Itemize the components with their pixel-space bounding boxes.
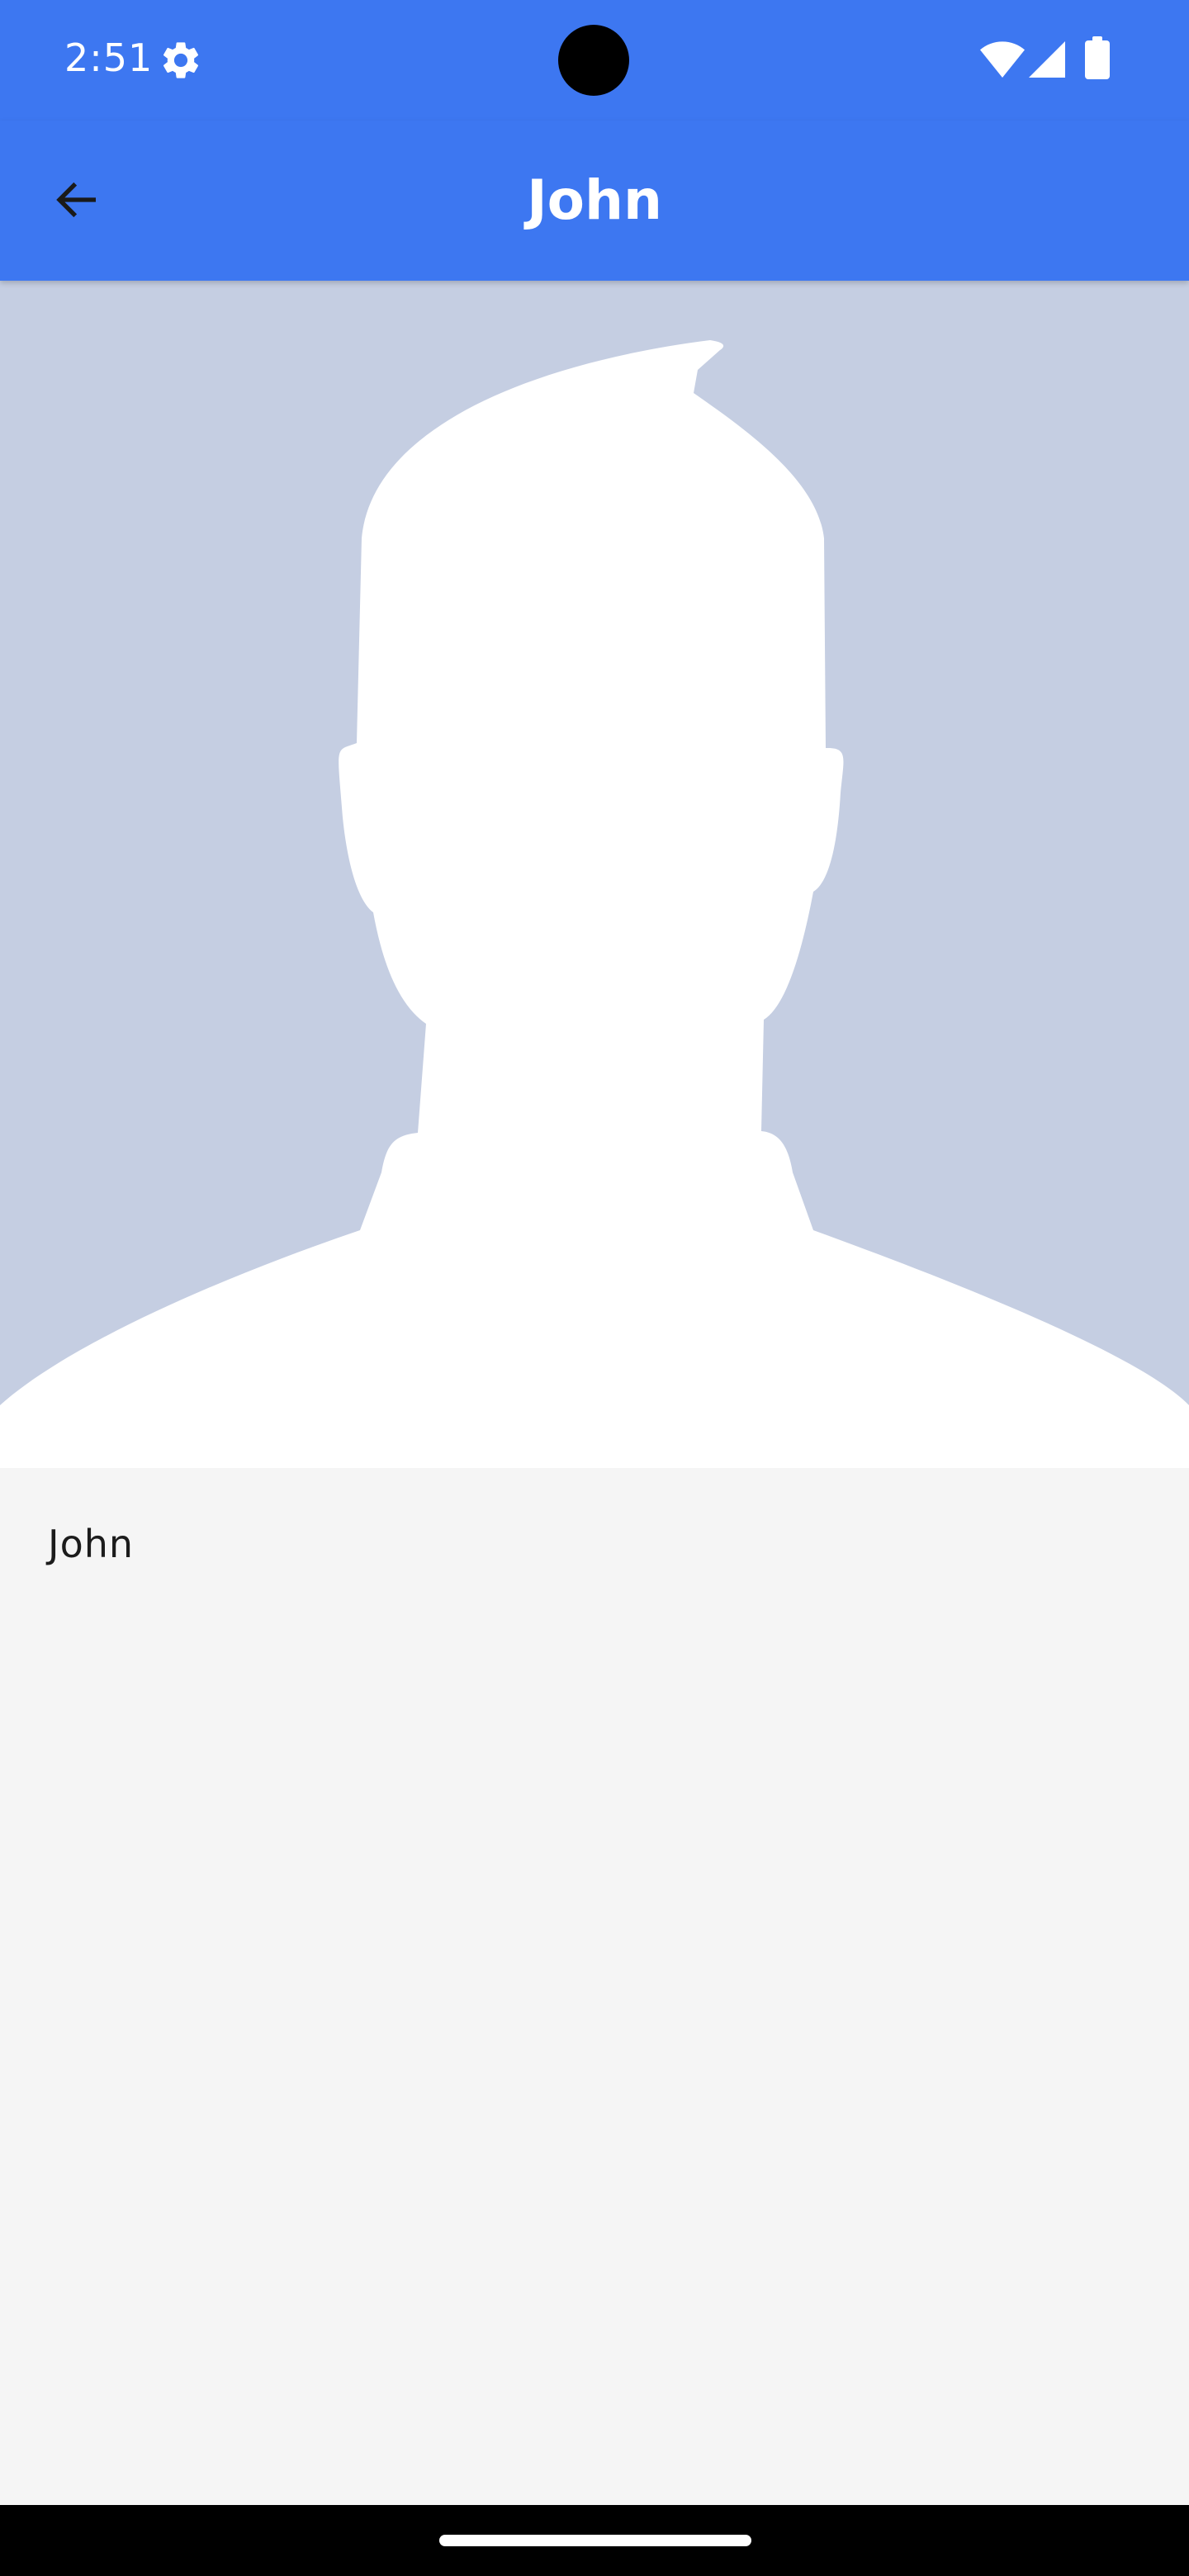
contact-name: John: [48, 1522, 135, 1566]
wifi-icon: [980, 41, 1025, 78]
gear-icon: [163, 42, 199, 78]
status-bar: 2:51: [0, 0, 1189, 121]
battery-icon: [1085, 36, 1110, 79]
profile-image: [0, 281, 1189, 1468]
navigation-bar: [0, 2505, 1189, 2576]
camera-cutout: [558, 25, 629, 96]
cell-signal-icon: [1029, 41, 1065, 78]
profile-details: John: [0, 1468, 1189, 2505]
app-bar: John: [0, 121, 1189, 281]
page-title: John: [527, 168, 662, 232]
status-time: 2:51: [64, 36, 154, 80]
arrow-back-icon: [56, 182, 96, 218]
back-button[interactable]: [35, 159, 117, 241]
home-gesture-handle[interactable]: [439, 2535, 751, 2546]
person-silhouette-icon: [0, 340, 1189, 1468]
